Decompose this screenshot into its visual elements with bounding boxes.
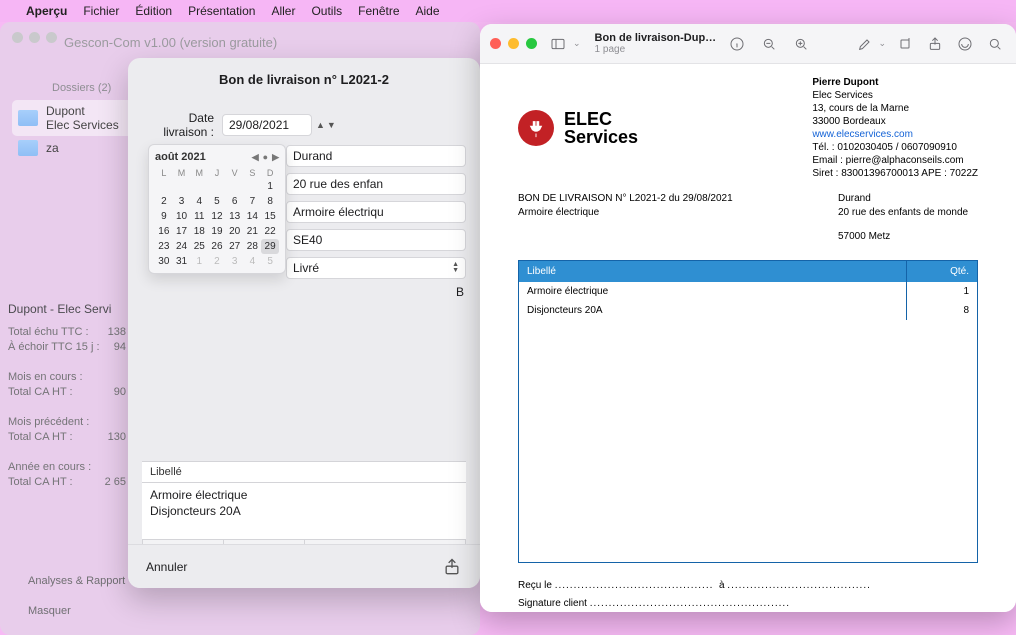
date-label: Date livraison : (142, 111, 222, 139)
signature-block: Reçu le ................................… (518, 577, 978, 612)
preview-window: ⌄ Bon de livraison-Dup… 1 page ⌄ E (480, 24, 1016, 612)
menu-edition[interactable]: Édition (135, 4, 172, 18)
cal-today-icon[interactable]: ● (263, 152, 268, 163)
cal-next-icon[interactable]: ▶ (272, 152, 279, 163)
th-libelle: Libellé (519, 261, 907, 282)
close-icon[interactable] (490, 38, 501, 49)
menu-fenetre[interactable]: Fenêtre (358, 4, 399, 18)
folder-icon (18, 110, 38, 126)
etat-select[interactable]: Livré ▲▼ (286, 257, 466, 279)
items-list-header: Libellé (142, 461, 466, 483)
address-field[interactable]: 20 rue des enfan (286, 173, 466, 195)
minimize-icon[interactable] (508, 38, 519, 49)
list-item[interactable]: Disjoncteurs 20A (150, 503, 458, 519)
items-list[interactable]: Armoire électrique Disjoncteurs 20A (142, 483, 466, 539)
analyses-link[interactable]: Analyses & Rapport (28, 575, 125, 587)
date-stepper[interactable]: ▲▼ (316, 120, 336, 130)
preview-title: Bon de livraison-Dup… (595, 32, 717, 44)
masquer-link[interactable]: Masquer (28, 605, 125, 617)
chevron-down-icon[interactable]: ⌄ (878, 38, 886, 49)
th-qte: Qté. (907, 261, 977, 282)
background-window-title: Gescon-Com v1.00 (version gratuite) (64, 35, 468, 50)
table-row: Disjoncteurs 20A 8 (519, 301, 977, 320)
company-logo: ELEC Services (518, 76, 638, 180)
items-table: Libellé Qté. Armoire électrique 1 Disjon… (518, 260, 978, 563)
table-row: Armoire électrique 1 (519, 282, 977, 301)
folder-icon (18, 140, 38, 156)
delivery-dialog: Bon de livraison n° L2021-2 Date livrais… (128, 58, 480, 588)
cancel-button[interactable]: Annuler (146, 560, 187, 574)
client-name: Durand (838, 192, 978, 206)
menu-presentation[interactable]: Présentation (188, 4, 255, 18)
zoom-in-icon[interactable] (790, 33, 812, 55)
list-item[interactable]: Armoire électrique (150, 487, 458, 503)
menu-aller[interactable]: Aller (271, 4, 295, 18)
chevron-updown-icon: ▲▼ (452, 262, 459, 274)
app-name[interactable]: Aperçu (26, 4, 67, 18)
share-icon[interactable] (924, 33, 946, 55)
preview-toolbar: ⌄ Bon de livraison-Dup… 1 page ⌄ (480, 24, 1016, 64)
doc-subject: Armoire électrique (518, 206, 733, 220)
share-icon[interactable] (442, 557, 462, 577)
highlight-icon[interactable] (954, 33, 976, 55)
menu-aide[interactable]: Aide (416, 4, 440, 18)
calendar-month: août 2021 (155, 151, 206, 163)
client-field[interactable]: Durand (286, 145, 466, 167)
dialog-title: Bon de livraison n° L2021-2 (128, 58, 480, 97)
sidebar-toggle-button[interactable] (547, 33, 569, 55)
rotate-icon[interactable] (894, 33, 916, 55)
markup-icon[interactable] (854, 33, 876, 55)
menubar: Aperçu Fichier Édition Présentation Alle… (0, 0, 1016, 22)
preview-pagecount: 1 page (595, 44, 717, 56)
date-field[interactable]: 29/08/2021 (222, 114, 312, 136)
reference-field[interactable]: SE40 (286, 229, 466, 251)
libelle-field[interactable]: Armoire électriqu (286, 201, 466, 223)
client-city: 57000 Metz (838, 230, 978, 244)
zoom-icon[interactable] (526, 38, 537, 49)
info-icon[interactable] (726, 33, 748, 55)
cal-prev-icon[interactable]: ◀ (252, 152, 259, 163)
pdf-page-view[interactable]: ELEC Services Pierre Dupont Elec Service… (480, 64, 1016, 612)
b-label: B (142, 285, 466, 299)
window-controls[interactable] (490, 38, 537, 49)
chevron-down-icon[interactable]: ⌄ (573, 38, 581, 49)
company-block: Pierre Dupont Elec Services 13, cours de… (812, 76, 978, 180)
doc-number: BON DE LIVRAISON N° L2021-2 du 29/08/202… (518, 192, 733, 206)
search-icon[interactable] (984, 33, 1006, 55)
selected-dossier-heading: Dupont - Elec Servi (8, 302, 126, 316)
menu-fichier[interactable]: Fichier (83, 4, 119, 18)
logo-text: ELEC Services (564, 110, 638, 146)
client-addr: 20 rue des enfants de monde (838, 206, 978, 220)
calendar-grid[interactable]: LMMJVSD 1 2345678 9101112131415 16171819… (155, 167, 279, 269)
calendar-popover[interactable]: août 2021 ◀ ● ▶ LMMJVSD 1 2345678 910111… (148, 144, 286, 274)
menu-outils[interactable]: Outils (311, 4, 342, 18)
plug-icon (518, 110, 554, 146)
zoom-out-icon[interactable] (758, 33, 780, 55)
